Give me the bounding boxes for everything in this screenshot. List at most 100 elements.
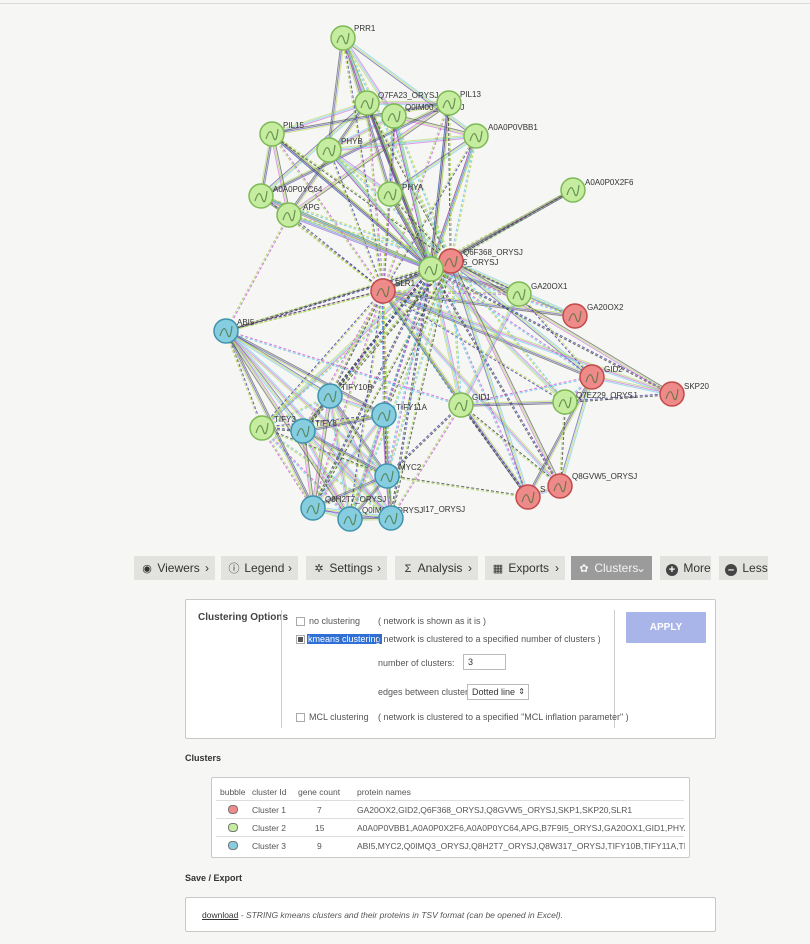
legend-button[interactable]: ⓘ Legend › — [221, 556, 298, 580]
analysis-label: Analysis — [417, 561, 463, 575]
network-node[interactable]: Q8GVW5_ORYSJ — [547, 472, 637, 499]
kmeans-clustering-desc: ( network is clustered to a specified nu… — [378, 634, 601, 644]
cluster-id: Cluster 3 — [252, 841, 287, 851]
edges-between-clusters-label: edges between clusters: — [378, 687, 476, 697]
clusters-table: bubble cluster Id gene count protein nam… — [211, 777, 690, 858]
table-row: Cluster 1 7 GA20OX2,GID2,Q6F368_ORYSJ,Q8… — [216, 800, 684, 819]
node-label: SKP20 — [684, 382, 709, 391]
node-label: GID1 — [472, 393, 491, 402]
more-button[interactable]: + More — [660, 556, 711, 580]
network-graph[interactable]: PRR1Q7FA23_ORYSJQ0IM00_ORYSJPIL13A0A0P0V… — [0, 0, 810, 545]
less-label: Less — [742, 561, 768, 575]
table-row: Cluster 3 9 ABI5,MYC2,Q0IMQ3_ORYSJ,Q8H2T… — [216, 836, 685, 855]
network-edge — [383, 289, 562, 486]
panel-divider — [614, 610, 615, 728]
viewers-button[interactable]: ◉ Viewers › — [134, 556, 215, 580]
no-clustering-checkbox[interactable] — [296, 617, 305, 626]
network-edge — [449, 102, 453, 261]
network-node[interactable]: MYC2 — [374, 463, 422, 489]
network-node[interactable]: TIFY11A — [371, 402, 428, 428]
node-label: TIFY8 — [315, 419, 337, 428]
network-node[interactable]: S — [515, 484, 545, 510]
cluster-id: Cluster 1 — [252, 805, 287, 815]
gene-count: 15 — [315, 823, 325, 833]
clusters-label: Clusters — [594, 561, 639, 575]
network-node[interactable]: SKP20 — [659, 381, 709, 407]
legend-label: Legend — [244, 561, 285, 575]
network-node[interactable]: A0A0P0X2F6 — [560, 177, 634, 203]
node-label: TIFY10B — [341, 383, 373, 392]
exports-button[interactable]: ▦ Exports › — [485, 556, 565, 580]
eye-icon: ◉ — [142, 563, 152, 575]
gene-count: 9 — [317, 841, 322, 851]
network-edge — [386, 476, 528, 499]
minus-circle-icon: – — [725, 564, 737, 576]
node-label: S — [540, 485, 545, 494]
node-label: GA20OX1 — [531, 282, 568, 291]
save-export-box: download - STRING kmeans clusters and th… — [185, 897, 716, 932]
network-node[interactable]: ABI5 — [213, 318, 255, 344]
select-arrows-icon: ⇕ — [518, 687, 525, 696]
chevron-right-icon: › — [555, 561, 559, 575]
node-label: I17_ORYSJ — [423, 505, 465, 514]
viewers-label: Viewers — [157, 561, 200, 575]
mcl-clustering-checkbox[interactable] — [296, 713, 305, 722]
clustering-options-title: Clustering Options — [198, 612, 288, 623]
chevron-right-icon: › — [468, 561, 472, 575]
network-node[interactable]: I17_ORYSJ — [378, 505, 465, 531]
node-label: Q7EZ29_ORYSJ — [576, 391, 637, 400]
protein-names: ABI5,MYC2,Q0IMQ3_ORYSJ,Q8H2T7_ORYSJ,Q8W3… — [357, 841, 685, 851]
network-node[interactable]: GA20OX2 — [562, 303, 624, 329]
node-label: PIL15 — [283, 121, 304, 130]
protein-names: A0A0P0VBB1,A0A0P0X2F6,A0A0P0YC64,APG,B7F… — [357, 823, 685, 833]
node-label: A0A0P0VBB1 — [488, 123, 538, 132]
download-link[interactable]: download — [202, 910, 238, 920]
table-row: Cluster 2 15 A0A0P0VBB1,A0A0P0X2F6,A0A0P… — [216, 818, 685, 837]
info-icon: ⓘ — [228, 563, 240, 575]
number-of-clusters-label: number of clusters: — [378, 658, 455, 668]
network-node[interactable]: Q7EZ29_ORYSJ — [552, 389, 637, 415]
network-node[interactable]: A0A0P0VBB1 — [463, 123, 538, 149]
kmeans-clustering-checkbox[interactable] — [296, 635, 305, 644]
no-clustering-label[interactable]: no clustering — [309, 616, 360, 626]
clustering-options-panel: Clustering Options no clustering ( netwo… — [185, 599, 716, 739]
node-label: Q7FA23_ORYSJ — [378, 91, 438, 100]
save-export-text: download - STRING kmeans clusters and th… — [202, 910, 563, 920]
cluster-bubble-icon — [228, 823, 238, 832]
network-edge — [327, 150, 431, 271]
cluster-id: Cluster 2 — [252, 823, 287, 833]
chevron-right-icon: › — [288, 561, 292, 575]
cluster-bubble-icon — [228, 841, 238, 850]
save-export-title: Save / Export — [185, 873, 243, 883]
settings-label: Settings — [329, 561, 373, 575]
network-edge — [270, 134, 431, 271]
more-label: More — [683, 561, 711, 575]
chevron-down-icon: ⌄ — [635, 561, 646, 575]
node-label: PIL13 — [460, 90, 481, 99]
save-export-description: - STRING kmeans clusters and their prote… — [238, 910, 563, 920]
node-label: PHYB — [341, 137, 363, 146]
node-label: Q8H2T7_ORYSJ — [325, 495, 386, 504]
node-label: APG — [303, 203, 320, 212]
no-clustering-desc: ( network is shown as it is ) — [378, 616, 487, 626]
network-view[interactable]: PRR1 Q7FA23_ORYSJ Q0IM00_ORYSJ PIL13 A0A0P0V… — [0, 0, 810, 545]
cluster-bubble-icon — [228, 805, 238, 814]
network-edge — [288, 215, 451, 263]
exports-label: Exports — [508, 561, 550, 575]
node-label: PHYA — [402, 183, 424, 192]
analysis-button[interactable]: Σ Analysis › — [395, 556, 478, 580]
clusters-button[interactable]: ✿ Clusters ⌄ — [571, 556, 652, 580]
settings-button[interactable]: ✲ Settings › — [306, 556, 387, 580]
protein-names: GA20OX2,GID2,Q6F368_ORYSJ,Q8GVW5_ORYSJ,S… — [357, 805, 633, 815]
clusters-title: Clusters — [185, 753, 222, 763]
edges-between-clusters-select[interactable]: Dotted line ⇕ — [467, 684, 529, 700]
node-label: TIFY11A — [396, 403, 428, 412]
header-cluster-id: cluster Id — [252, 787, 287, 797]
kmeans-clustering-label[interactable]: kmeans clustering — [307, 634, 382, 644]
mcl-clustering-label[interactable]: MCL clustering — [309, 712, 369, 722]
number-of-clusters-input[interactable]: 3 — [463, 654, 506, 670]
apply-button[interactable]: APPLY — [626, 612, 706, 643]
node-label: 5_ORYSJ — [463, 258, 498, 267]
less-button[interactable]: – Less — [719, 556, 768, 580]
mcl-clustering-desc: ( network is clustered to a specified "M… — [378, 712, 629, 722]
